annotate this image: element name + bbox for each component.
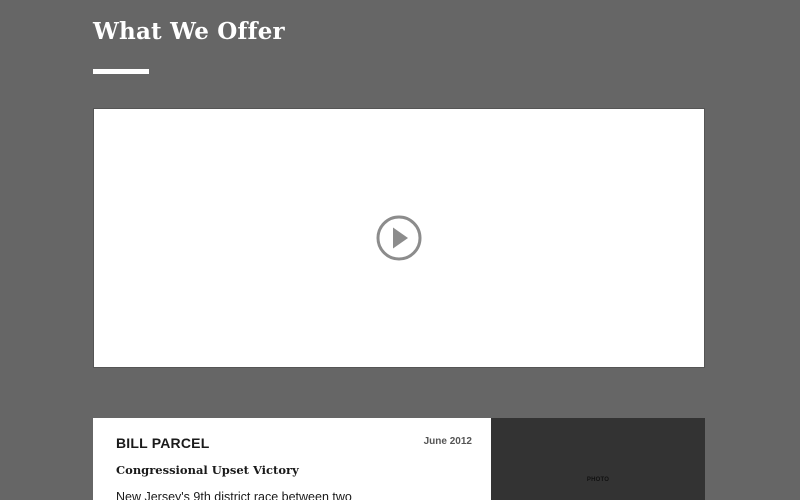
video-player[interactable] bbox=[93, 108, 705, 368]
title-underline bbox=[93, 69, 149, 74]
section-title: What We Offer bbox=[93, 18, 285, 45]
story-author-name: BILL PARCEL bbox=[116, 435, 210, 451]
photo-label: PHOTO bbox=[586, 477, 610, 483]
story-date: June 2012 bbox=[423, 436, 472, 447]
story-body-text: New Jersey's 9th district race between t… bbox=[116, 490, 352, 500]
story-headline: Congressional Upset Victory bbox=[116, 463, 299, 477]
play-circle-icon bbox=[376, 215, 422, 261]
play-button[interactable] bbox=[375, 214, 423, 262]
story-card: BILL PARCEL June 2012 Congressional Upse… bbox=[93, 418, 491, 500]
photo-placeholder: PHOTO bbox=[491, 418, 705, 500]
